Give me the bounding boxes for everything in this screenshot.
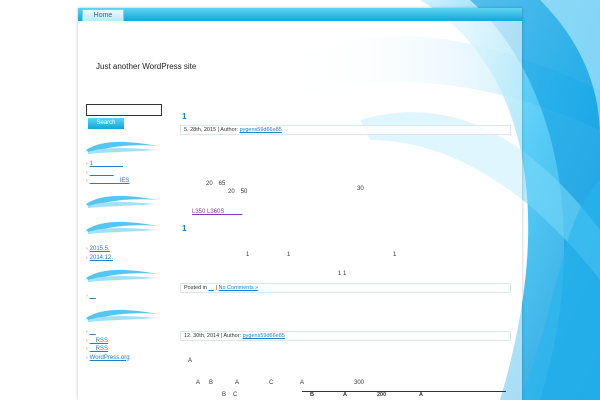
post-text: 1 [393, 252, 397, 258]
swirl-divider-icon [86, 195, 158, 208]
meta-link[interactable] [90, 329, 96, 335]
archive-link[interactable]: 2014.12. [90, 255, 113, 261]
swirl-divider-icon [86, 309, 158, 322]
swirl-divider-icon [86, 269, 158, 282]
post-meta: 5. 28th, 2015 | Author: pygens59d66e85 [180, 125, 511, 135]
post-text: A [196, 380, 201, 386]
post-text: C [233, 392, 238, 398]
list-item: › 2015.5. [86, 246, 110, 252]
recent-post-link[interactable] [90, 170, 114, 176]
post-inline-link[interactable]: L350 L360S [192, 206, 242, 215]
comments-link[interactable]: No Comments » [218, 285, 258, 291]
category-link[interactable] [90, 293, 96, 299]
post-text: 20 50 [228, 189, 248, 195]
swirl-divider-icon [86, 221, 158, 234]
post-text: 1 1 [338, 271, 347, 277]
list-item: › [86, 328, 130, 337]
post-text: 30 [357, 186, 364, 192]
post-footer: Posted in | No Comments » [180, 283, 511, 293]
post-text: A [188, 358, 193, 364]
entries-rss-link[interactable]: RSS [90, 338, 108, 344]
search-button[interactable]: Search [88, 118, 124, 129]
list-item: › 2014.12. [86, 254, 114, 261]
list-item: › WordPress.org [86, 354, 130, 361]
post-text: 300 [354, 380, 365, 386]
top-nav-bar: Home [78, 8, 522, 21]
post-date: 5. 28th, 2015 | Author: [184, 127, 240, 133]
comments-rss-link[interactable]: RSS [90, 346, 108, 352]
table-header-cell: A [343, 392, 347, 398]
recent-posts-list: › 1 › › IES [86, 160, 129, 186]
post-text: A [235, 380, 240, 386]
table-header-cell: A [419, 392, 423, 398]
list-item: › [86, 292, 96, 301]
list-item: › [86, 169, 129, 178]
posted-in-label: Posted in [184, 285, 209, 291]
post-date: 12. 30th, 2014 | Author: [184, 333, 243, 339]
author-link[interactable]: pygens59d66e85 [240, 127, 282, 133]
recent-post-link[interactable]: 1 [90, 161, 123, 167]
search-input[interactable] [86, 104, 162, 116]
list-item: › RSS [86, 346, 109, 352]
post-title[interactable]: 1 [182, 112, 186, 121]
archive-link[interactable]: 2015.5. [90, 246, 110, 252]
list-item: › 1 [86, 161, 124, 167]
nav-home-tab[interactable]: Home [82, 9, 124, 21]
post-text: A [300, 380, 305, 386]
list-item: › RSS [86, 337, 109, 344]
categories-list: › [86, 292, 96, 301]
meta-list: › › RSS › RSS › WordPress.org [86, 328, 130, 362]
table-header-cell: B [310, 392, 314, 398]
site-tagline: Just another WordPress site [96, 62, 197, 71]
post-text: C [269, 380, 274, 386]
author-link[interactable]: pygens59d66e85 [243, 333, 285, 339]
post-text: 1 [287, 252, 291, 258]
wordpress-org-link[interactable]: WordPress.org [90, 355, 130, 361]
post-meta: 12. 30th, 2014 | Author: pygens59d66e85 [180, 331, 511, 341]
post-text: B [222, 392, 227, 398]
post-text: B [209, 380, 214, 386]
swirl-divider-icon [86, 141, 158, 154]
post-text: 1 [246, 252, 250, 258]
archives-list: › 2015.5. › 2014.12. [86, 245, 113, 262]
table-header: B A 200 A [302, 391, 506, 398]
table-header-cell: 200 [377, 392, 387, 398]
post-subtitle: 1 [182, 224, 187, 233]
post-text: 20 65 [206, 181, 226, 187]
recent-post-link[interactable]: IES [90, 178, 130, 184]
list-item: › IES [86, 178, 130, 184]
